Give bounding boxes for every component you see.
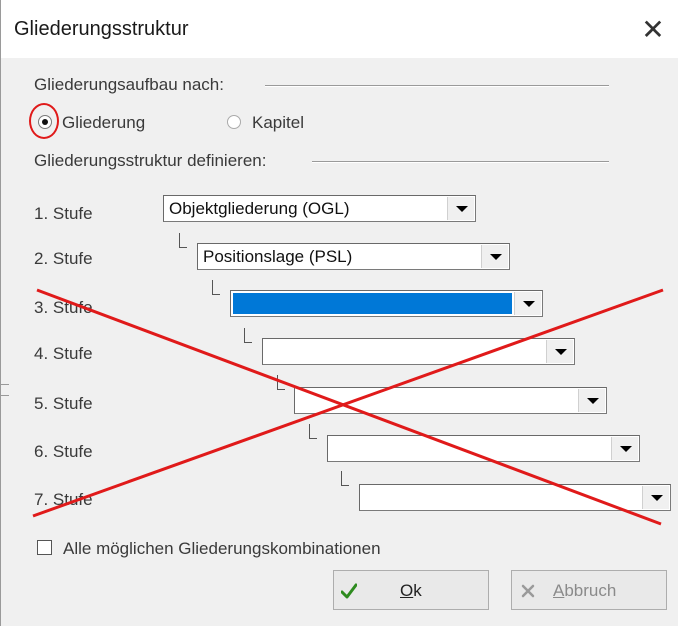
level-6-label: 6. Stufe [34, 442, 93, 461]
struktur-group-label: Gliederungsstruktur definieren: [34, 151, 267, 170]
title-bar: Gliederungsstruktur ✕ [1, 0, 678, 58]
level-5-dropdown-button[interactable] [578, 389, 605, 412]
level-2-connector [179, 233, 187, 248]
level-3-combo[interactable] [230, 290, 543, 317]
edge-marker [1, 384, 9, 396]
radio-gliederung[interactable] [38, 115, 52, 129]
level-3-dropdown-button[interactable] [514, 292, 541, 315]
level-5-label: 5. Stufe [34, 394, 93, 413]
level-2-dropdown-button[interactable] [481, 245, 508, 268]
cancel-button[interactable]: Abbruch [511, 570, 667, 610]
window-title: Gliederungsstruktur [14, 18, 189, 40]
level-5-connector [277, 375, 285, 390]
checkmark-icon [341, 583, 357, 599]
cancel-button-label: Abbruch [553, 581, 617, 600]
level-4-label: 4. Stufe [34, 344, 93, 363]
aufbau-group-label: Gliederungsaufbau nach: [34, 75, 224, 94]
level-7-connector [341, 471, 349, 486]
ok-button[interactable]: Ok [333, 570, 489, 610]
chevron-down-icon [523, 301, 535, 307]
level-2-combo[interactable]: Positionslage (PSL) [197, 243, 510, 270]
chevron-down-icon [555, 349, 567, 355]
level-1-combo[interactable]: Objektgliederung (OGL) [163, 195, 476, 222]
level-5-combo[interactable] [294, 387, 607, 414]
level-3-selection [233, 293, 512, 314]
level-4-dropdown-button[interactable] [546, 340, 573, 363]
dialog-window: Gliederungsstruktur ✕ Gliederungsaufbau … [0, 0, 678, 626]
level-7-dropdown-button[interactable] [642, 486, 669, 509]
level-1-label: 1. Stufe [34, 204, 93, 223]
chevron-down-icon [587, 398, 599, 404]
ok-button-label: Ok [400, 581, 422, 600]
level-4-combo[interactable] [262, 338, 575, 365]
level-6-dropdown-button[interactable] [611, 437, 638, 460]
level-4-connector [244, 328, 252, 343]
level-7-combo[interactable] [359, 484, 671, 511]
chevron-down-icon [620, 446, 632, 452]
level-6-connector [309, 424, 317, 439]
radio-kapitel[interactable] [227, 115, 241, 129]
all-combinations-label[interactable]: Alle möglichen Gliederungskombinationen [63, 539, 381, 559]
level-1-dropdown-button[interactable] [447, 197, 474, 220]
radio-kapitel-label[interactable]: Kapitel [252, 113, 304, 133]
radio-dot [42, 119, 48, 125]
chevron-down-icon [651, 495, 663, 501]
level-2-value: Positionslage (PSL) [203, 247, 353, 266]
cross-icon [521, 584, 535, 598]
all-combinations-checkbox[interactable] [37, 540, 52, 555]
radio-gliederung-label[interactable]: Gliederung [62, 113, 145, 133]
close-icon[interactable]: ✕ [637, 14, 669, 46]
level-1-value: Objektgliederung (OGL) [169, 199, 350, 218]
chevron-down-icon [490, 254, 502, 260]
struktur-group-line [312, 161, 609, 163]
aufbau-group-line [265, 85, 609, 87]
chevron-down-icon [456, 206, 468, 212]
level-7-label: 7. Stufe [34, 490, 93, 509]
level-6-combo[interactable] [327, 435, 640, 462]
level-3-connector [212, 280, 220, 295]
level-3-label: 3. Stufe [34, 298, 93, 317]
level-2-label: 2. Stufe [34, 249, 93, 268]
